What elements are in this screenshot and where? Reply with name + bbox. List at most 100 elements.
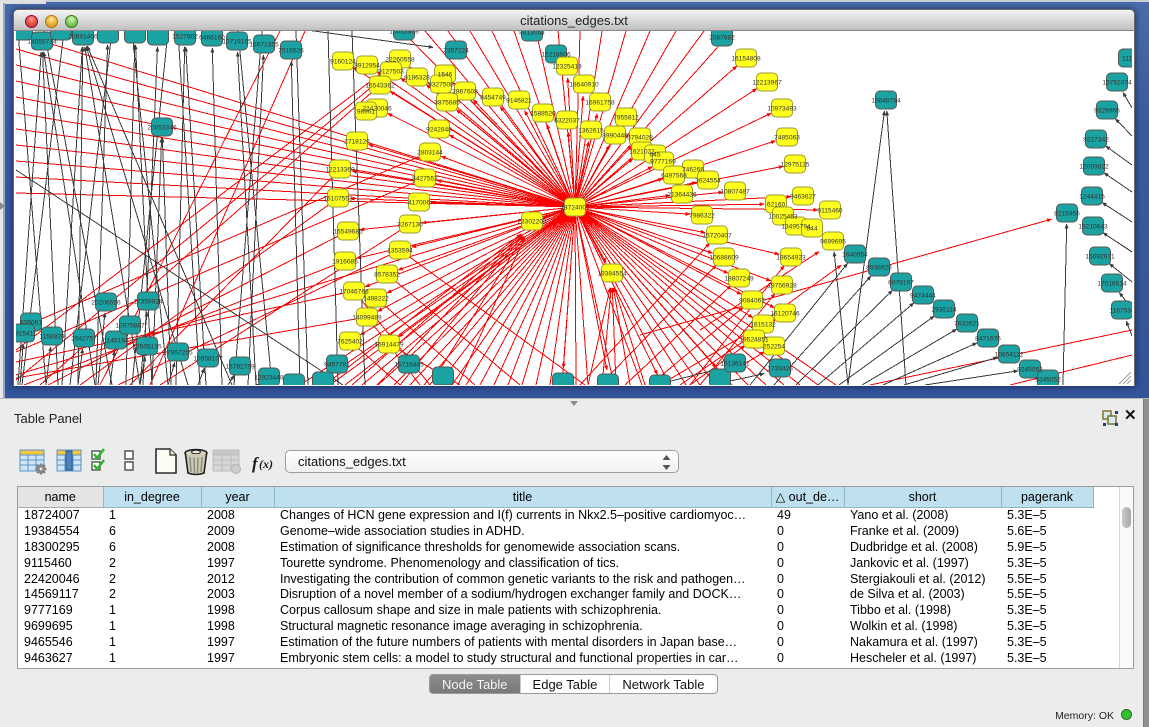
svg-text:8813054: 8813054 [519, 31, 545, 37]
svg-text:9245052: 9245052 [1017, 367, 1043, 374]
svg-text:19384554: 19384554 [597, 271, 627, 278]
svg-text:845: 845 [649, 152, 660, 159]
svg-text:10654112: 10654112 [995, 352, 1024, 359]
svg-text:15716485: 15716485 [394, 362, 424, 369]
svg-text:14055714: 14055714 [27, 39, 57, 46]
svg-text:8938923: 8938923 [866, 265, 892, 272]
svg-text:16549685: 16549685 [333, 229, 363, 236]
svg-text:12975115: 12975115 [781, 162, 810, 169]
svg-text:1498222: 1498222 [363, 296, 389, 303]
svg-text:17957255: 17957255 [163, 350, 193, 357]
svg-text:62160: 62160 [767, 202, 786, 209]
svg-text:16107553: 16107553 [323, 196, 353, 203]
svg-text:12218506: 12218506 [541, 52, 571, 59]
svg-text:3267130: 3267130 [397, 222, 423, 229]
svg-text:17016514: 17016514 [1097, 281, 1127, 288]
svg-text:9699695: 9699695 [820, 239, 846, 246]
svg-text:9242848: 9242848 [426, 127, 452, 134]
svg-text:12505135: 12505135 [132, 344, 162, 351]
svg-text:9127503: 9127503 [378, 69, 404, 76]
svg-text:9327508: 9327508 [428, 82, 454, 89]
svg-text:844: 844 [806, 226, 817, 233]
svg-text:1916685: 1916685 [332, 259, 358, 266]
svg-text:1145194: 1145194 [103, 338, 129, 345]
svg-text:1733426: 1733426 [767, 366, 793, 373]
svg-text:16033809: 16033809 [389, 31, 419, 36]
svg-text:16648784: 16648784 [871, 98, 901, 105]
svg-text:19654923: 19654923 [776, 255, 806, 262]
svg-text:10975887: 10975887 [115, 323, 145, 330]
svg-text:8454749: 8454749 [480, 95, 506, 102]
svg-text:16914479: 16914479 [374, 342, 404, 349]
svg-text:1615132: 1615132 [750, 322, 776, 329]
svg-text:6794028: 6794028 [627, 135, 653, 142]
svg-text:12213967: 12213967 [752, 80, 782, 87]
svg-text:12213369: 12213369 [325, 167, 355, 174]
svg-text:417006: 417006 [408, 200, 430, 207]
svg-text:1362615: 1362615 [578, 128, 604, 135]
svg-text:1546: 1546 [438, 72, 453, 79]
svg-text:8215955: 8215955 [1054, 211, 1080, 218]
svg-text:1640954: 1640954 [842, 252, 868, 259]
svg-text:15136141: 15136141 [720, 361, 750, 368]
svg-text:15751074: 15751074 [1102, 80, 1132, 87]
svg-text:10719155: 10719155 [222, 39, 252, 46]
svg-text:8186328: 8186328 [404, 75, 430, 82]
svg-text:1244415: 1244415 [1079, 194, 1105, 201]
svg-text:10688609: 10688609 [709, 255, 739, 262]
svg-text:23302203: 23302203 [517, 219, 547, 226]
svg-text:2087682: 2087682 [709, 35, 735, 42]
svg-text:1588520: 1588520 [530, 111, 556, 118]
svg-text:10958107: 10958107 [193, 356, 223, 363]
svg-text:16782759: 16782759 [225, 364, 255, 371]
svg-text:6497568: 6497568 [661, 173, 687, 180]
svg-text:19524851: 19524851 [739, 337, 769, 344]
svg-text:20691406: 20691406 [68, 34, 98, 41]
svg-text:16210643: 16210643 [1078, 224, 1108, 231]
svg-text:8578352: 8578352 [374, 272, 400, 279]
svg-text:7357224: 7357224 [443, 48, 469, 55]
svg-text:8990448: 8990448 [602, 133, 628, 140]
svg-text:19756928: 19756928 [767, 283, 797, 290]
svg-text:2867608: 2867608 [452, 89, 478, 96]
svg-text:2803144: 2803144 [417, 150, 443, 157]
svg-text:9115460: 9115460 [817, 208, 843, 215]
svg-text:2942757: 2942757 [71, 336, 97, 343]
svg-text:3875685: 3875685 [434, 100, 460, 107]
svg-text:18640910: 18640910 [569, 82, 599, 89]
svg-text:8471676: 8471676 [975, 336, 1001, 343]
svg-text:6466160: 6466160 [199, 35, 225, 42]
svg-text:9084067: 9084067 [739, 298, 765, 305]
svg-text:10807487: 10807487 [720, 189, 750, 196]
svg-text:9160124: 9160124 [330, 59, 356, 66]
svg-text:17046766: 17046766 [339, 289, 369, 296]
svg-text:14099489: 14099489 [352, 315, 382, 322]
svg-text:12093822: 12093822 [1079, 164, 1109, 171]
svg-text:7986322: 7986322 [689, 213, 715, 220]
svg-text:7625402: 7625402 [337, 339, 363, 346]
svg-text:7955812: 7955812 [613, 115, 639, 122]
svg-text:3624554: 3624554 [695, 178, 721, 185]
svg-text:17359924: 17359924 [133, 299, 163, 306]
svg-text:8912954: 8912954 [354, 63, 380, 70]
svg-text:16961758: 16961758 [585, 100, 615, 107]
svg-text:9146821: 9146821 [506, 98, 532, 105]
svg-text:9245052: 9245052 [1035, 377, 1061, 384]
svg-text:7515526: 7515526 [278, 48, 304, 55]
svg-text:2718126: 2718126 [344, 139, 370, 146]
svg-text:15692971: 15692971 [1085, 254, 1115, 261]
svg-text:15720407: 15720407 [702, 233, 732, 240]
svg-text:10973493: 10973493 [767, 106, 797, 113]
svg-text:18807249: 18807249 [724, 276, 754, 283]
svg-text:18724007: 18724007 [560, 205, 590, 212]
svg-text:12923448: 12923448 [254, 375, 284, 382]
svg-text:16120746: 16120746 [770, 311, 800, 318]
svg-text:1167534: 1167534 [1109, 308, 1132, 315]
svg-text:16543362: 16543362 [365, 83, 395, 90]
svg-text:1112: 1112 [1122, 56, 1132, 63]
svg-text:(x): (x) [259, 457, 273, 471]
svg-text:16671355: 16671355 [249, 42, 279, 49]
svg-text:2935114: 2935114 [931, 307, 957, 314]
svg-text:9777169: 9777169 [650, 159, 676, 166]
svg-text:8427552: 8427552 [412, 176, 438, 183]
